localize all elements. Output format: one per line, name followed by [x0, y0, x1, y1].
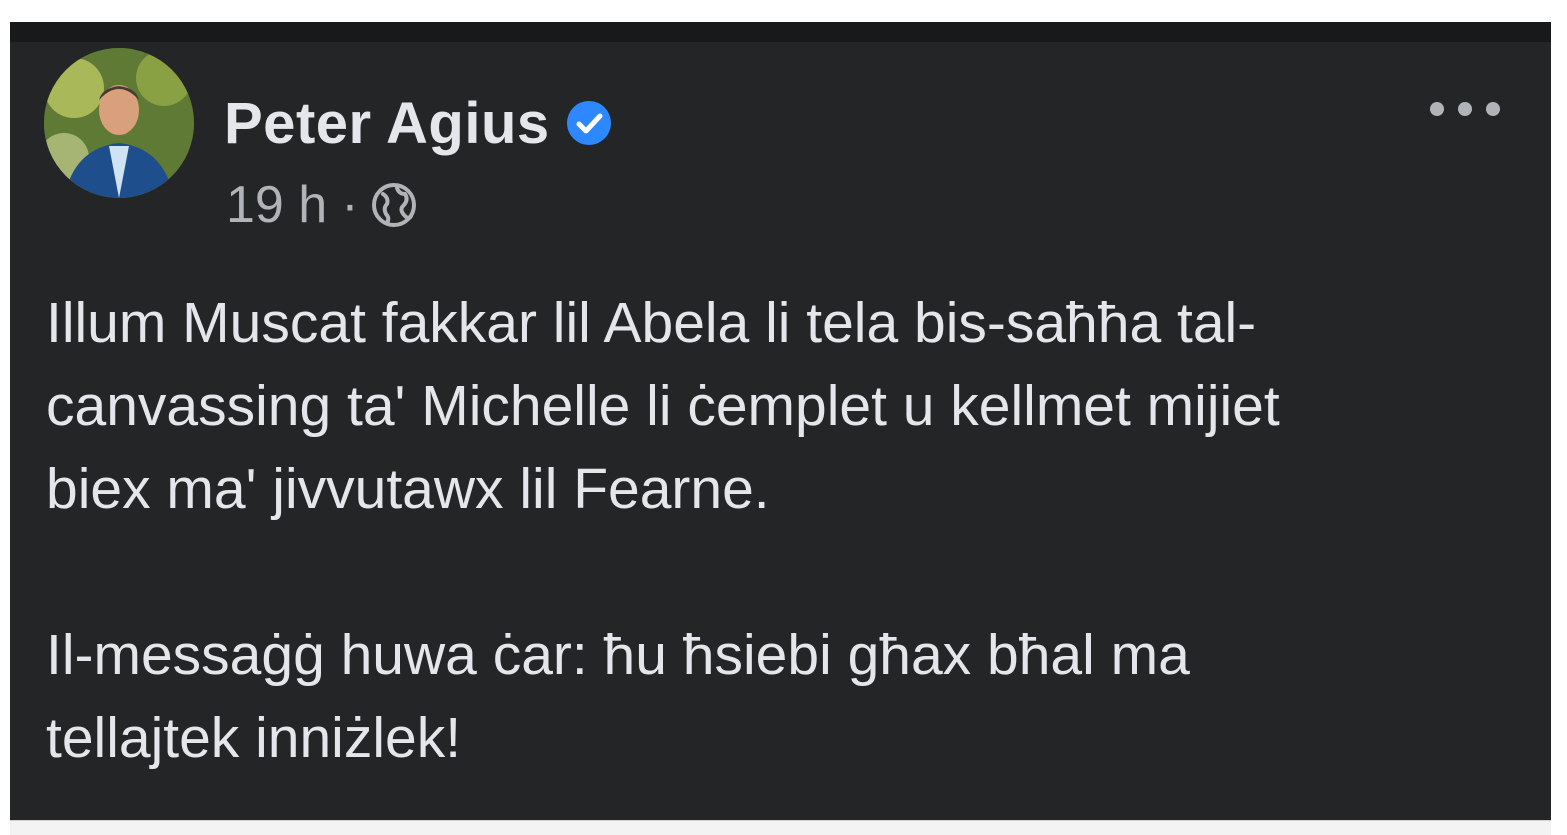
avatar[interactable] — [44, 48, 194, 198]
verified-badge-icon — [566, 101, 611, 145]
more-options-icon[interactable] — [1430, 94, 1500, 124]
author-name[interactable]: Peter Agius — [224, 90, 550, 157]
meta-separator: · — [341, 176, 359, 234]
post-meta: 19 h · — [226, 172, 419, 238]
more-dot — [1486, 102, 1500, 116]
post-text-line: canvassing ta' Michelle li ċemplet u kel… — [46, 374, 1280, 438]
author-header: Peter Agius — [224, 88, 614, 158]
post-text-line: Il-messaġġ huwa ċar: ħu ħsiebi għax bħal… — [46, 623, 1190, 687]
post-text-line: Illum Muscat fakkar lil Abela li tela bi… — [46, 291, 1257, 355]
post-text: Illum Muscat fakkar lil Abela li tela bi… — [46, 282, 1486, 780]
post-footer-divider — [10, 820, 1551, 835]
more-dot — [1430, 102, 1444, 116]
post-timestamp[interactable]: 19 h — [226, 175, 327, 235]
post-text-line: tellajtek inniżlek! — [46, 706, 462, 770]
post-text-line: biex ma' jivvutawx lil Fearne. — [46, 457, 770, 521]
more-dot — [1458, 102, 1472, 116]
globe-icon[interactable] — [369, 180, 419, 230]
